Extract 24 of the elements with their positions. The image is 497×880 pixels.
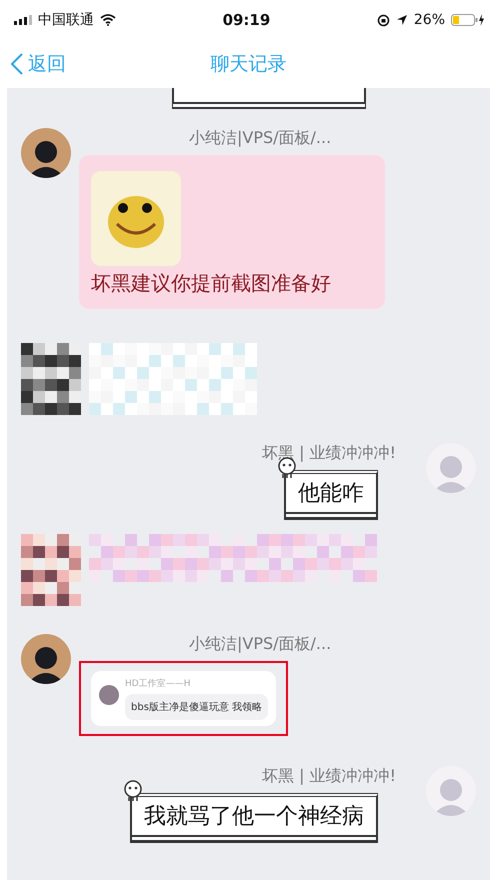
- sender-name: 小纯洁|VPS/面板/...: [189, 128, 332, 149]
- quoted-text: bbs版主净是傻逼玩意 我领略: [125, 694, 268, 720]
- quoted-sender: HD工作室——H: [125, 678, 192, 690]
- message-text: 他能咋: [298, 481, 364, 506]
- clock-time: 09:19: [222, 11, 270, 29]
- sender-name: 小纯洁|VPS/面板/...: [189, 634, 332, 655]
- pixelated-avatar: [21, 343, 81, 415]
- message-text: 我就骂了他一个神经病: [144, 804, 364, 829]
- chevron-left-icon: [10, 52, 24, 76]
- avatar: [99, 685, 119, 705]
- message-text: 坏黑建议你提前截图准备好: [91, 270, 332, 297]
- page-title: 聊天记录: [210, 52, 286, 77]
- signal-icon: [14, 15, 32, 25]
- battery-charging-icon: [451, 13, 485, 27]
- carrier-name: 中国联通: [38, 11, 94, 29]
- battery-percent: 26%: [414, 12, 445, 28]
- sender-name: 坏黑 | 业绩冲冲冲!: [262, 766, 396, 787]
- location-arrow-icon: [396, 14, 408, 26]
- avatar[interactable]: [21, 128, 71, 178]
- wifi-icon: [100, 14, 116, 26]
- back-button[interactable]: 返回: [0, 51, 76, 77]
- pixelated-avatar: [21, 534, 81, 606]
- avatar[interactable]: [21, 634, 71, 684]
- rotation-lock-icon: [376, 14, 390, 26]
